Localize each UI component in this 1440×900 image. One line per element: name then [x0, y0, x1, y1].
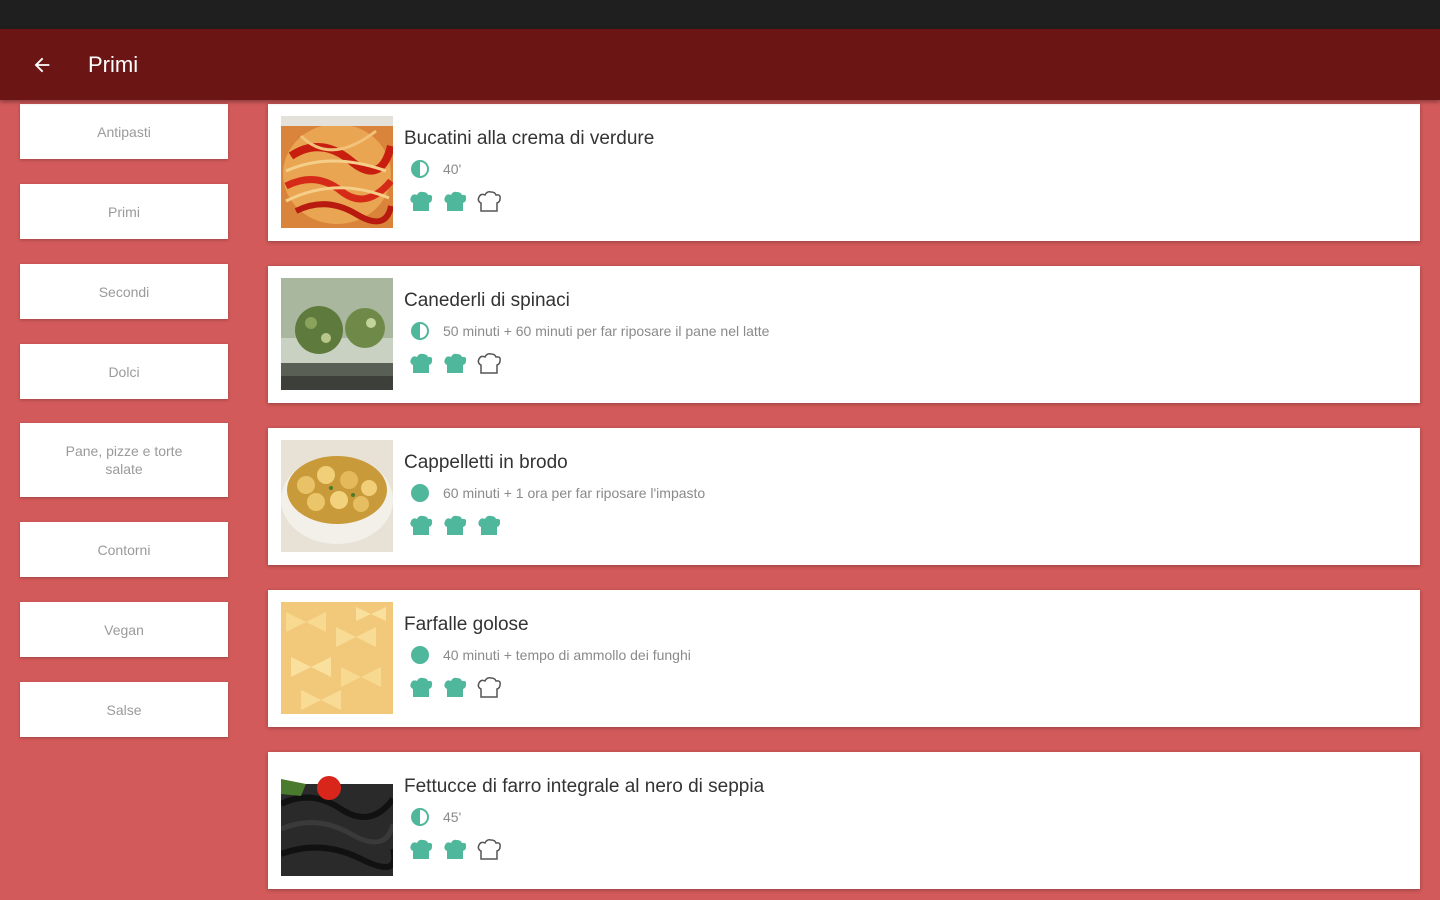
recipe-time-text: 40'	[443, 161, 462, 177]
chef-hat-outline-icon	[477, 677, 501, 698]
status-bar	[0, 0, 1440, 29]
category-button-primi[interactable]: Primi	[20, 184, 228, 239]
chef-hat-filled-icon	[444, 515, 467, 535]
category-button-salse[interactable]: Salse	[20, 682, 228, 737]
category-button-vegan[interactable]: Vegan	[20, 602, 228, 657]
chef-hat-outline-icon	[477, 839, 501, 860]
recipe-time: 60 minuti + 1 ora per far riposare l'imp…	[410, 484, 705, 502]
half-clock-icon	[411, 160, 429, 178]
chef-hat-filled-icon	[444, 677, 467, 697]
recipe-time-text: 40 minuti + tempo di ammollo dei funghi	[443, 647, 691, 663]
recipe-card[interactable]: Canederli di spinaci 50 minuti + 60 minu…	[268, 266, 1420, 403]
full-clock-icon	[411, 484, 429, 502]
chef-hat-filled-icon	[410, 677, 433, 697]
recipe-title: Cappelletti in brodo	[404, 452, 568, 473]
app-bar: Primi	[0, 29, 1440, 100]
arrow-back-icon	[34, 57, 50, 72]
recipe-thumbnail	[281, 278, 393, 390]
chef-hat-filled-icon	[444, 353, 467, 373]
category-button-contorni[interactable]: Contorni	[20, 522, 228, 577]
recipe-time-text: 50 minuti + 60 minuti per far riposare i…	[443, 323, 770, 339]
difficulty-rating	[408, 190, 510, 214]
chef-hat-filled-icon	[410, 515, 433, 535]
recipe-time-text: 60 minuti + 1 ora per far riposare l'imp…	[443, 485, 706, 501]
chef-hat-filled-icon	[478, 515, 501, 535]
category-button-secondi[interactable]: Secondi	[20, 264, 228, 319]
chef-hat-filled-icon	[444, 839, 467, 859]
chef-hat-filled-icon	[444, 191, 467, 211]
recipe-title: Bucatini alla crema di verdure	[404, 128, 655, 149]
recipe-title: Canederli di spinaci	[404, 290, 570, 311]
recipe-title: Fettucce di farro integrale al nero di s…	[404, 776, 765, 797]
difficulty-rating	[408, 352, 510, 376]
chef-hat-outline-icon	[477, 191, 501, 212]
difficulty-rating	[408, 838, 510, 862]
difficulty-rating	[408, 514, 510, 538]
chef-hat-filled-icon	[410, 353, 433, 373]
recipe-time: 40'	[410, 160, 461, 178]
recipe-card[interactable]: Bucatini alla crema di verdure 40'	[268, 104, 1420, 241]
full-clock-icon	[411, 646, 429, 664]
half-clock-icon	[411, 322, 429, 340]
chef-hat-filled-icon	[410, 191, 433, 211]
chef-hat-filled-icon	[410, 839, 433, 859]
recipe-thumbnail	[281, 440, 393, 552]
recipe-time: 40 minuti + tempo di ammollo dei funghi	[410, 646, 691, 664]
category-button-antipasti[interactable]: Antipasti	[20, 104, 228, 159]
recipe-card[interactable]: Farfalle golose 40 minuti + tempo di amm…	[268, 590, 1420, 727]
back-button[interactable]	[22, 45, 62, 85]
category-button-dolci[interactable]: Dolci	[20, 344, 228, 399]
difficulty-rating	[408, 676, 510, 700]
recipe-title: Farfalle golose	[404, 614, 529, 635]
category-button-pane-pizze[interactable]: Pane, pizze e torte salate	[20, 423, 228, 497]
recipe-time: 50 minuti + 60 minuti per far riposare i…	[410, 322, 769, 340]
chef-hat-outline-icon	[477, 353, 501, 374]
recipe-time-text: 45'	[443, 809, 462, 825]
recipe-thumbnail	[281, 602, 393, 714]
recipe-time: 45'	[410, 808, 461, 826]
recipe-thumbnail	[281, 116, 393, 228]
half-clock-icon	[411, 808, 429, 826]
recipe-card[interactable]: Fettucce di farro integrale al nero di s…	[268, 752, 1420, 889]
page-title: Primi	[88, 51, 139, 77]
recipe-card[interactable]: Cappelletti in brodo 60 minuti + 1 ora p…	[268, 428, 1420, 565]
recipe-thumbnail	[281, 764, 393, 876]
